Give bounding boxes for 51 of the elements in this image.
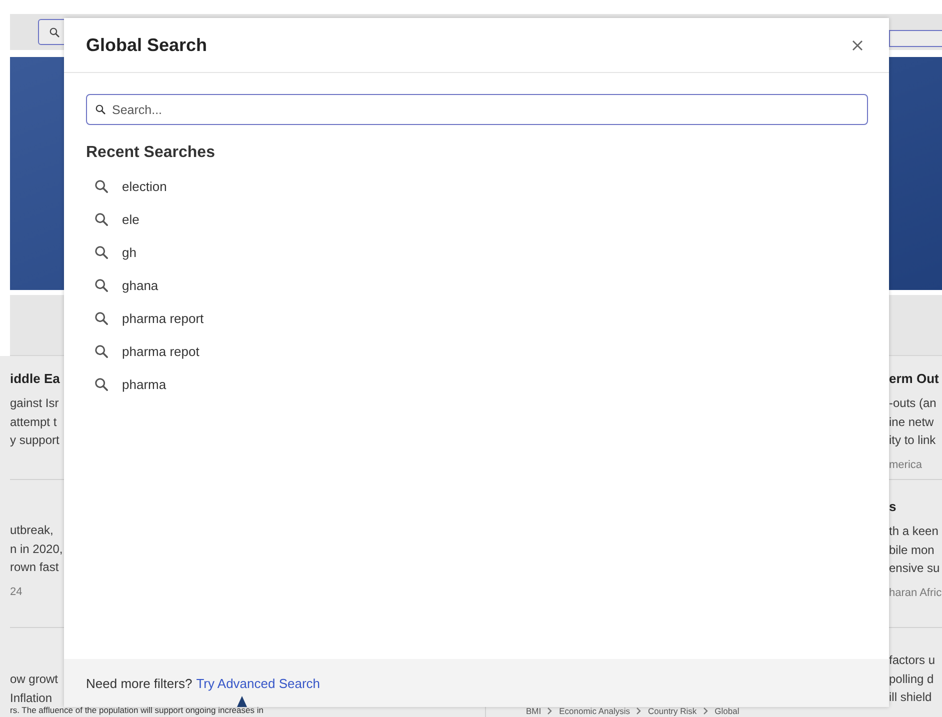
recent-search-item[interactable]: pharma [122,377,166,392]
input-field[interactable] [889,30,942,46]
recent-search-item[interactable]: pharma repot [122,344,200,359]
search-icon [94,344,109,359]
article-text: -outs (an [889,395,938,412]
breadcrumb-link[interactable]: BMI [526,706,542,716]
article-title[interactable]: iddle Ea [10,370,64,388]
search-icon [94,377,109,392]
advanced-search-link[interactable]: Try Advanced Search [196,676,320,690]
search-icon [94,179,109,194]
breadcrumb-link[interactable]: Country Risk [648,706,697,716]
recent-search-item[interactable]: pharma report [122,311,204,326]
search-input[interactable]: Search... [110,102,859,118]
footer-text: Need more filters? [86,676,192,690]
section-heading: Recent Searches [86,144,216,162]
article-text: ow growt [10,671,60,688]
recent-search-item[interactable]: gh [122,245,136,260]
breadcrumb-link[interactable]: Economic Analysis [559,706,630,716]
article-text: factors u [889,652,936,669]
article-meta: merica [889,458,924,472]
article-text: ity to link [889,432,937,449]
article-text: rown fast [10,559,60,576]
article-meta: 24 [10,584,24,598]
dialog-title: Global Search [86,34,208,56]
article-text: gainst Isr [10,395,60,412]
article-title[interactable]: s [889,498,942,516]
article-text: n in 2020, [10,540,64,558]
article-text: ine netw [889,414,935,430]
search-icon [49,26,60,38]
search-icon [94,278,109,293]
article-text: polling d [889,670,935,688]
article-text: Inflation [10,690,54,705]
article-text: attempt t [10,414,58,430]
article-text: utbreak, [10,522,54,539]
search-icon [94,212,109,227]
article-text: y support [10,432,60,449]
search-icon [94,311,109,326]
article-text: ill shield [889,689,933,705]
article-text: ensive su [889,560,941,577]
recent-search-item[interactable]: ghana [122,278,158,293]
search-icon [94,245,109,260]
recent-search-item[interactable]: ele [122,212,140,227]
article-meta: haran Afric [889,586,942,600]
article-title[interactable]: erm Out [889,370,942,388]
recent-search-item[interactable]: election [122,179,167,194]
breadcrumb-link[interactable]: Global [714,706,740,716]
article-text: th a keen [889,523,940,540]
article-text: bile mon [889,542,936,558]
search-field[interactable]: Search... [86,94,868,125]
search-icon [95,104,106,115]
pointer-icon [237,696,247,707]
